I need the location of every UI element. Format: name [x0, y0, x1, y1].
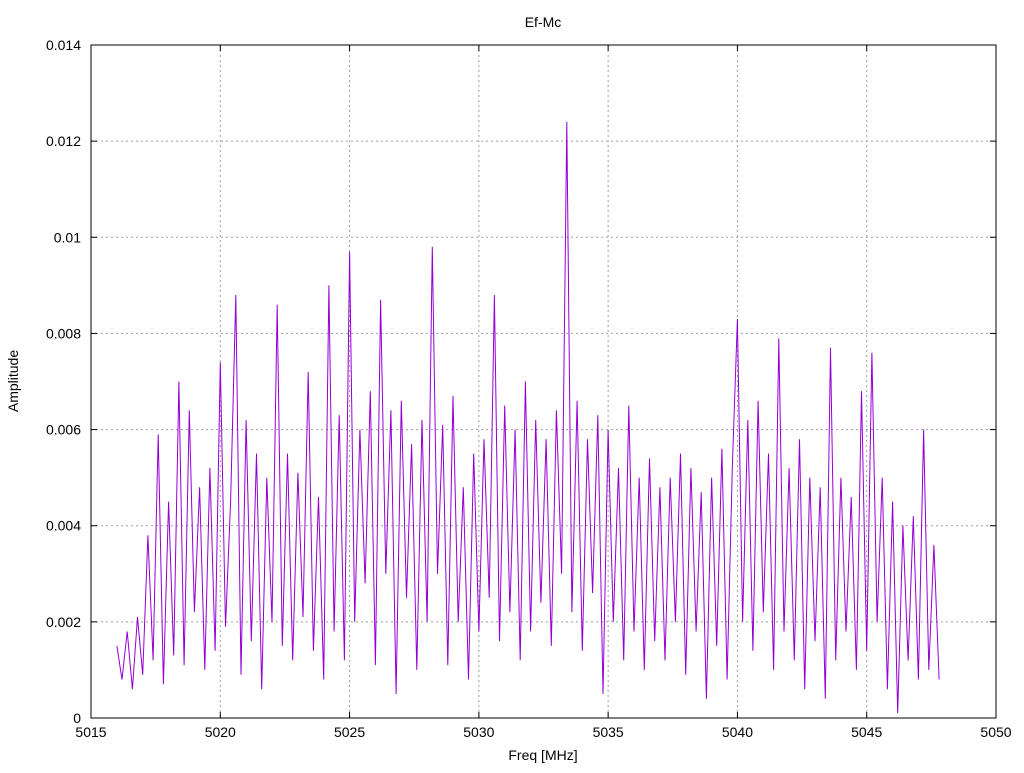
x-tick-label: 5050 [980, 724, 1011, 740]
x-tick-label: 5025 [334, 724, 365, 740]
y-tick-label: 0.002 [46, 614, 81, 630]
plot-frame [91, 45, 996, 718]
y-tick-label: 0.014 [46, 37, 81, 53]
y-tick-label: 0.008 [46, 325, 81, 341]
y-axis-label: Amplitude [5, 350, 21, 412]
chart: 5015 5020 5025 5030 5035 5040 5045 5050 0 0.002 0.… [0, 0, 1024, 768]
x-tick-label: 5045 [851, 724, 882, 740]
x-tick-label: 5020 [205, 724, 236, 740]
y-tick-label: 0.01 [54, 229, 81, 245]
y-tick-label: 0.012 [46, 133, 81, 149]
chart-title: Ef-Mc [525, 14, 562, 30]
x-tick-label: 5030 [463, 724, 494, 740]
series-ef-mc [117, 122, 939, 713]
x-tick-label: 5040 [722, 724, 753, 740]
grid [91, 45, 996, 718]
x-tick-label: 5015 [75, 724, 106, 740]
y-tick-label: 0 [73, 710, 81, 726]
x-axis-label: Freq [MHz] [508, 747, 577, 763]
series-line [117, 122, 939, 713]
y-tick-label: 0.004 [46, 518, 81, 534]
x-tick-label: 5035 [593, 724, 624, 740]
y-tick-label: 0.006 [46, 422, 81, 438]
